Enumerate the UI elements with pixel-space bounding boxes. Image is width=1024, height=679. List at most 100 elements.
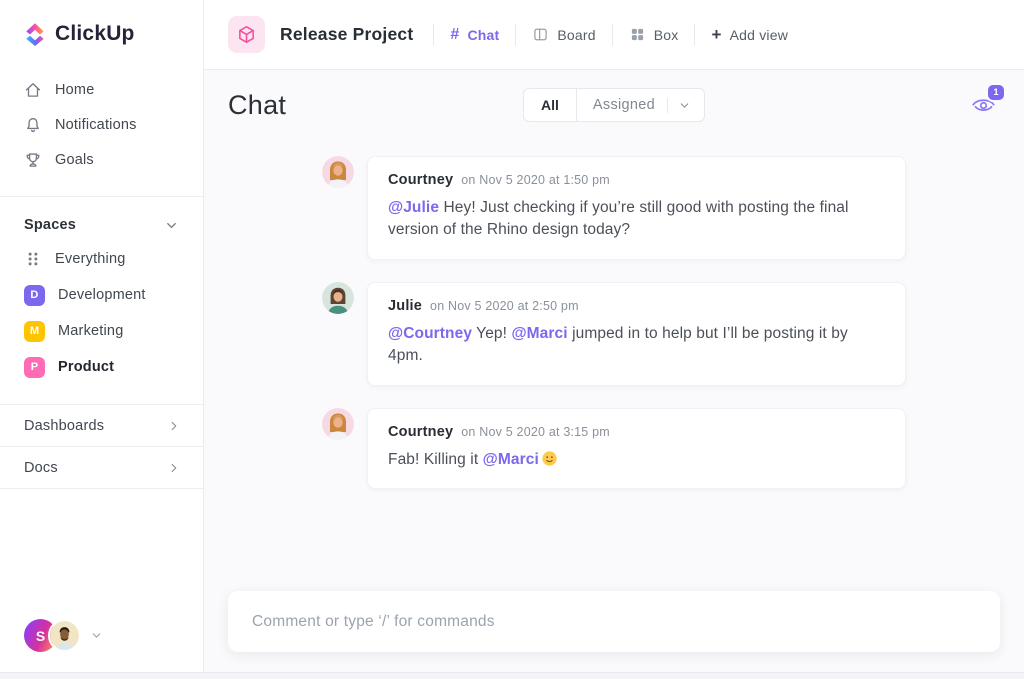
board-icon (532, 26, 549, 43)
chat-content: Chat All Assigned 1 Courtney on Nov 5 20… (204, 70, 1024, 672)
sidebar-item-label: Notifications (55, 116, 137, 133)
message-author: Courtney (388, 423, 454, 440)
link-label: Dashboards (24, 417, 105, 434)
space-label: Everything (55, 251, 126, 267)
message-card: Julie on Nov 5 2020 at 2:50 pm @Courtney Y… (367, 281, 906, 386)
sidebar-item-development[interactable]: D Development (0, 277, 203, 313)
message-body: @Julie Hey! Just checking if you’re stil… (388, 199, 849, 239)
space-label: Development (58, 287, 146, 303)
comment-composer (228, 591, 1000, 652)
sidebar-item-home[interactable]: Home (0, 72, 203, 107)
add-view-button[interactable]: + Add view (695, 26, 804, 43)
project-icon[interactable] (228, 16, 265, 53)
chevron-right-icon (167, 461, 181, 475)
project-title: Release Project (280, 24, 414, 44)
page-title: Chat (228, 89, 287, 120)
chat-header-right: 1 (705, 85, 1005, 118)
message-author: Julie (388, 297, 423, 314)
cube-icon (236, 24, 257, 45)
clickup-logo-icon (24, 22, 46, 46)
sidebar-item-product[interactable]: P Product (0, 349, 203, 385)
slightly-smiling-face-emoji-icon (541, 450, 558, 467)
spaces-header-label: Spaces (24, 217, 76, 233)
filter-assigned-button[interactable]: Assigned (577, 97, 667, 113)
main-area: Release Project # Chat Board Box + Add v… (204, 0, 1024, 672)
sidebar-footer: S (0, 619, 203, 672)
clickup-app: ClickUp Home Notifications Goals Spaces (0, 0, 1024, 679)
watchers-count-badge: 1 (988, 85, 1005, 100)
grid-dots-icon (24, 250, 42, 268)
user-mention[interactable]: @Marci (483, 451, 539, 468)
avatar[interactable] (322, 282, 354, 314)
view-label: Chat (467, 26, 500, 43)
clickup-logo[interactable]: ClickUp (0, 0, 203, 62)
tab-chat[interactable]: # Chat (434, 26, 515, 44)
space-badge-product: P (24, 356, 45, 378)
comment-input[interactable] (252, 612, 976, 631)
space-badge-development: D (24, 284, 45, 306)
window-bottom-edge (0, 672, 1024, 679)
message-timestamp: on Nov 5 2020 at 1:50 pm (461, 173, 610, 187)
space-badge-marketing: M (24, 320, 45, 342)
hash-icon: # (450, 25, 460, 43)
space-label: Marketing (58, 323, 124, 339)
topbar: Release Project # Chat Board Box + Add v… (204, 0, 1024, 70)
bell-icon (24, 116, 42, 134)
avatar[interactable] (322, 408, 354, 440)
sidebar-item-docs[interactable]: Docs (0, 447, 203, 489)
message-card: Courtney on Nov 5 2020 at 3:15 pm Fab! Kil… (367, 407, 906, 490)
chevron-down-icon (678, 99, 691, 112)
message-card: Courtney on Nov 5 2020 at 1:50 pm @Julie H… (367, 156, 906, 260)
message-body: @Courtney Yep! @Marci jumped in to help … (388, 324, 848, 365)
home-icon (24, 81, 42, 99)
spaces-header[interactable]: Spaces (0, 197, 203, 241)
sidebar-item-dashboards[interactable]: Dashboards (0, 405, 203, 447)
sidebar-item-goals[interactable]: Goals (0, 142, 203, 177)
view-label: Board (557, 26, 596, 43)
watchers-button[interactable]: 1 (970, 85, 1005, 118)
user-mention[interactable]: @Marci (511, 325, 567, 342)
view-label: Box (653, 26, 679, 43)
add-view-label: Add view (729, 26, 789, 43)
chevron-down-icon[interactable] (90, 629, 103, 642)
chat-header: Chat All Assigned 1 (228, 70, 1005, 140)
message-header: Courtney on Nov 5 2020 at 3:15 pm (388, 424, 885, 440)
tab-board[interactable]: Board (516, 26, 611, 43)
message-timestamp: on Nov 5 2020 at 3:15 pm (461, 424, 610, 439)
sidebar-nav: Home Notifications Goals (0, 62, 203, 177)
tab-box[interactable]: Box (613, 26, 695, 43)
user-avatar-photo (50, 621, 79, 650)
user-mention[interactable]: @Courtney (388, 325, 472, 342)
trophy-icon (24, 151, 42, 169)
filter-dropdown-button[interactable] (668, 99, 704, 112)
link-label: Docs (24, 459, 58, 476)
sidebar: ClickUp Home Notifications Goals Spaces (0, 0, 204, 672)
message-header: Courtney on Nov 5 2020 at 1:50 pm (388, 172, 885, 188)
user-avatar[interactable] (48, 619, 81, 652)
box-icon (629, 26, 646, 43)
sidebar-item-label: Goals (55, 151, 94, 168)
chat-message: Courtney on Nov 5 2020 at 3:15 pm Fab! Kil… (322, 407, 906, 490)
sidebar-item-everything[interactable]: Everything (0, 241, 203, 277)
plus-icon: + (711, 25, 722, 44)
message-list: Courtney on Nov 5 2020 at 1:50 pm @Julie H… (322, 156, 906, 490)
sidebar-links: Dashboards Docs (0, 404, 203, 489)
sidebar-item-marketing[interactable]: M Marketing (0, 313, 203, 349)
message-header: Julie on Nov 5 2020 at 2:50 pm (388, 298, 885, 314)
sidebar-item-label: Home (55, 81, 95, 98)
chat-filter-control: All Assigned (523, 88, 705, 122)
message-timestamp: on Nov 5 2020 at 2:50 pm (430, 298, 579, 313)
user-mention[interactable]: @Julie (388, 199, 439, 216)
clickup-wordmark: ClickUp (55, 22, 135, 45)
chevron-down-icon (164, 218, 179, 233)
filter-all-button[interactable]: All (524, 89, 577, 121)
message-body: Fab! Killing it @Marci (388, 449, 885, 471)
message-author: Courtney (388, 172, 454, 188)
chat-message: Julie on Nov 5 2020 at 2:50 pm @Courtney Y… (322, 281, 906, 386)
spaces-list: Everything D Development M Marketing P P… (0, 241, 203, 385)
avatar[interactable] (322, 156, 354, 188)
sidebar-item-notifications[interactable]: Notifications (0, 107, 203, 142)
space-label: Product (58, 359, 115, 375)
chat-message: Courtney on Nov 5 2020 at 1:50 pm @Julie H… (322, 156, 906, 260)
chevron-right-icon (167, 419, 181, 433)
